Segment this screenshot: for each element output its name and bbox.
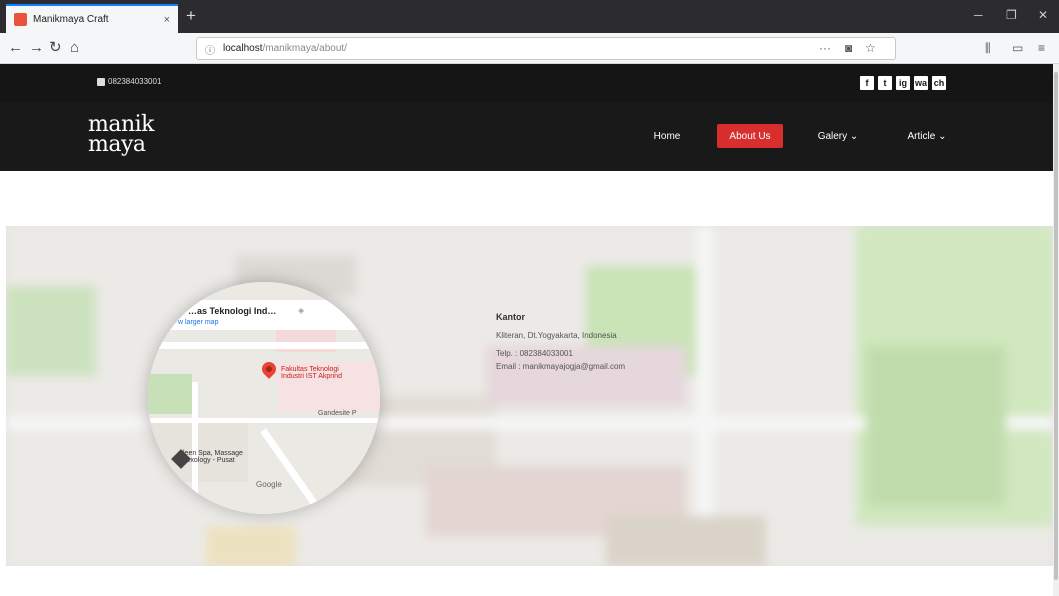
office-phone: Telp. : 082384033001: [496, 349, 573, 358]
browser-tab[interactable]: Manikmaya Craft ×: [6, 4, 178, 33]
whatsapp-icon[interactable]: wa: [914, 76, 928, 90]
social-links: f t ig wa ch: [860, 76, 946, 90]
instagram-icon[interactable]: ig: [896, 76, 910, 90]
nav-home[interactable]: Home: [645, 124, 689, 148]
page-scrollbar[interactable]: [1053, 64, 1059, 596]
tab-close-button[interactable]: ×: [164, 14, 170, 26]
map-marker-label: Fakultas Teknologi Industri IST Akprind: [281, 366, 342, 380]
office-address: Kliteran, Dt.Yogyakarta, Indonesia: [496, 331, 617, 340]
url-text[interactable]: localhost/manikmaya/about/: [223, 43, 347, 54]
topbar-phone: 082384033001: [97, 77, 161, 86]
tab-title: Manikmaya Craft: [33, 14, 109, 25]
menu-icon[interactable]: ≡: [1038, 41, 1045, 55]
browser-titlebar: Manikmaya Craft × + ─ ❐ ✕: [0, 0, 1059, 33]
chrome-icon[interactable]: ch: [932, 76, 946, 90]
scrollbar-thumb[interactable]: [1054, 72, 1058, 580]
twitter-icon[interactable]: t: [878, 76, 892, 90]
forward-icon[interactable]: →: [29, 39, 44, 57]
pocket-icon[interactable]: ◙: [845, 41, 852, 55]
map-directions-icon[interactable]: ◈: [298, 306, 304, 315]
bookmark-star-icon[interactable]: ☆: [865, 41, 876, 55]
new-tab-button[interactable]: +: [186, 7, 196, 24]
page-actions-icon[interactable]: ···: [819, 41, 831, 55]
close-window-icon[interactable]: ✕: [1038, 8, 1048, 22]
library-icon[interactable]: ⫼: [985, 41, 991, 56]
map-place-title: …as Teknologi Ind…: [188, 306, 277, 316]
contact-map-section: …as Teknologi Ind… ◈ w larger map Fakult…: [6, 226, 1053, 566]
nav-galery[interactable]: Galery ⌄: [810, 124, 866, 148]
google-logo: Google: [256, 480, 282, 489]
reload-icon[interactable]: ↻: [49, 39, 62, 57]
site-info-icon[interactable]: ⓘ: [205, 42, 215, 57]
office-email: Email : manikmayajogja@gmail.com: [496, 362, 626, 371]
embedded-google-map[interactable]: …as Teknologi Ind… ◈ w larger map Fakult…: [148, 282, 380, 514]
phone-icon: [97, 77, 105, 86]
home-icon[interactable]: ⌂: [70, 39, 79, 57]
site-topbar: 082384033001 f t ig wa ch: [0, 64, 1059, 103]
minimize-icon[interactable]: ─: [974, 8, 983, 22]
facebook-icon[interactable]: f: [860, 76, 874, 90]
browser-toolbar: ← → ↻ ⌂ ⓘ localhost/manikmaya/about/ ···…: [0, 33, 1059, 64]
logo-line2: maya: [88, 132, 146, 157]
nav-article[interactable]: Article ⌄: [898, 124, 956, 148]
view-larger-map-link[interactable]: w larger map: [178, 319, 218, 326]
url-bar[interactable]: ⓘ localhost/manikmaya/about/ ··· ◙ ☆: [196, 37, 896, 60]
content-spacer: [0, 171, 1059, 226]
topbar-phone-number: 082384033001: [108, 77, 162, 86]
site-logo[interactable]: manik maya: [88, 114, 155, 157]
back-icon[interactable]: ←: [8, 39, 23, 57]
nav-about-us[interactable]: About Us: [717, 124, 783, 148]
favicon-icon: [14, 13, 27, 26]
map-label-right: Gandesite P: [318, 410, 357, 417]
maximize-icon[interactable]: ❐: [1006, 8, 1017, 22]
office-info: Kantor Kliteran, Dt.Yogyakarta, Indonesi…: [496, 312, 625, 371]
office-title: Kantor: [496, 312, 525, 322]
site-navbar: manik maya Home About Us Galery ⌄ Articl…: [0, 103, 1059, 171]
sidebar-icon[interactable]: ▭: [1012, 41, 1023, 55]
